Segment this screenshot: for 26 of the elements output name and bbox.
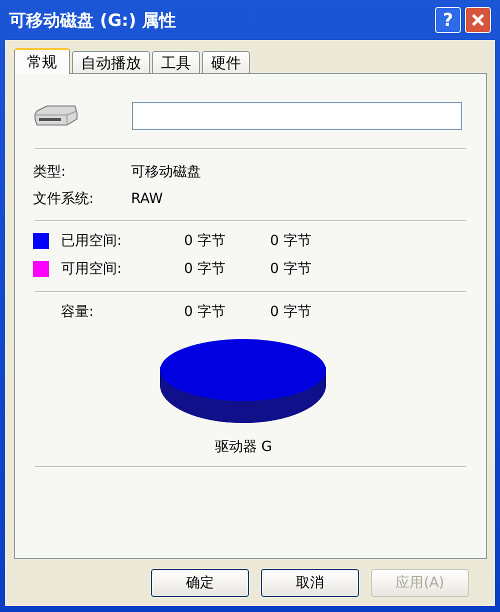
- drive-icon: [33, 105, 79, 127]
- close-button[interactable]: [465, 7, 491, 33]
- drive-label: 驱动器 G: [214, 438, 274, 456]
- field-label: 类型:: [33, 162, 67, 180]
- name-field[interactable]: [132, 102, 462, 130]
- byte-count: 0 字节: [184, 260, 226, 278]
- size-value: 0 字节: [270, 260, 312, 278]
- size-value: 0 字节: [270, 303, 312, 321]
- capacity-label: 容量:: [60, 303, 95, 321]
- close-icon: [471, 13, 485, 27]
- field-value: 可移动磁盘: [131, 162, 201, 180]
- tab[interactable]: 硬件: [202, 51, 250, 73]
- byte-count: 0 字节: [184, 232, 226, 250]
- byte-count: 0 字节: [184, 303, 226, 321]
- field-label: 文件系统:: [33, 190, 95, 208]
- help-button[interactable]: ?: [435, 7, 461, 33]
- tab[interactable]: 自动播放: [72, 51, 150, 73]
- field-value: RAW: [131, 190, 163, 206]
- size-value: 0 字节: [270, 232, 312, 250]
- tab[interactable]: 工具: [152, 51, 200, 73]
- tab[interactable]: 常规: [14, 48, 70, 74]
- space-label: 已用空间:: [61, 232, 123, 250]
- dialog-button[interactable]: 确定: [151, 569, 249, 597]
- dialog-button[interactable]: 取消: [261, 569, 359, 597]
- window-title: 可移动磁盘 (G:) 属性: [9, 10, 178, 32]
- space-label: 可用空间:: [61, 260, 123, 278]
